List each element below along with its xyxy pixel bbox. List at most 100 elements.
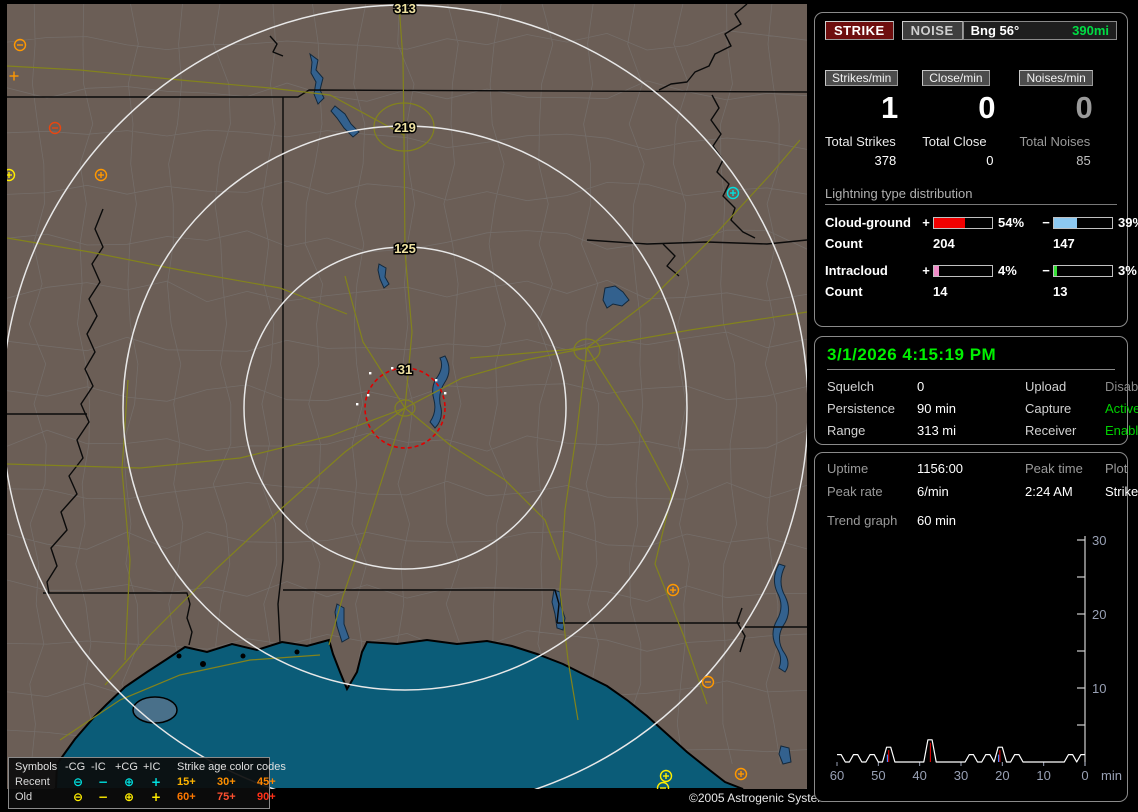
svg-text:20: 20 bbox=[995, 768, 1009, 783]
persistence-label: Persistence bbox=[827, 401, 895, 416]
svg-text:min: min bbox=[1101, 768, 1122, 783]
total-noises-value: 85 bbox=[1076, 153, 1091, 168]
squelch-value: 0 bbox=[917, 379, 925, 394]
map-svg: 313 219 125 31 bbox=[7, 4, 807, 789]
total-strikes-value: 378 bbox=[874, 153, 897, 168]
plus-sign: + bbox=[922, 215, 930, 230]
trend-graph: 10 20 30 60 50 40 30 20 10 0 min bbox=[830, 533, 1122, 783]
receiver-label: Receiver bbox=[1025, 423, 1077, 438]
map-legend: Symbols -CG -IC +CG +IC Strike age color code… bbox=[8, 757, 286, 809]
intracloud-label: Intracloud bbox=[825, 263, 888, 278]
legend-symbol-recent: ⊕ bbox=[123, 775, 135, 789]
close-per-min-value: 0 bbox=[978, 90, 996, 125]
minus-sign: − bbox=[1042, 263, 1050, 278]
bearing-readout: Bng 56° 390mi bbox=[962, 21, 1117, 40]
ic-count-label: Count bbox=[825, 284, 863, 299]
total-noises-label: Total Noises bbox=[1019, 134, 1091, 149]
legend-symbol-recent: + bbox=[150, 775, 162, 789]
receiver-state: Enabled bbox=[1105, 423, 1138, 438]
cg-count-label: Count bbox=[825, 236, 863, 251]
cg-minus-pct: 39% bbox=[1118, 215, 1138, 230]
svg-text:10: 10 bbox=[1036, 768, 1050, 783]
legend-row-name: Recent bbox=[15, 776, 50, 788]
legend-age-code: 75+ bbox=[217, 791, 236, 803]
persistence-value: 90 min bbox=[917, 401, 957, 416]
svg-text:0: 0 bbox=[1081, 768, 1088, 783]
close-counter: Close/min 0 Total Close 0 bbox=[922, 70, 1019, 168]
legend-col-header: -CG bbox=[65, 761, 86, 773]
svg-text:50: 50 bbox=[871, 768, 885, 783]
legend-symbols-title: Symbols bbox=[15, 761, 58, 773]
legend-col-header: +IC bbox=[143, 761, 161, 773]
legend-symbol-recent: ⊖ bbox=[72, 775, 84, 789]
peaktime-value: 2:24 AM bbox=[1025, 484, 1073, 499]
bearing-value: Bng 56° bbox=[970, 23, 1020, 38]
minus-sign: − bbox=[1042, 215, 1050, 230]
noises-per-min-chip[interactable]: Noises/min bbox=[1019, 70, 1093, 86]
map-canvas[interactable]: 313 219 125 31 bbox=[7, 4, 807, 789]
legend-age-code: 30+ bbox=[217, 776, 236, 788]
uptime-value: 1156:00 bbox=[917, 461, 964, 476]
trend-window-value: 60 min bbox=[917, 513, 957, 528]
legend-col-header: +CG bbox=[115, 761, 138, 773]
status-panel: 3/1/2026 4:15:19 PM Squelch 0 Upload Dis… bbox=[814, 336, 1138, 445]
cloud-ground-label: Cloud-ground bbox=[825, 215, 911, 230]
cg-minus-bar bbox=[1053, 216, 1113, 229]
strikes-counter: Strikes/min 1 Total Strikes 378 bbox=[825, 70, 922, 168]
svg-text:31: 31 bbox=[398, 362, 412, 377]
legend-symbol-old: ⊖ bbox=[72, 790, 84, 804]
legend-symbol-old: − bbox=[97, 790, 109, 804]
cg-minus-count: 147 bbox=[1053, 236, 1075, 251]
total-close-value: 0 bbox=[986, 153, 994, 168]
range-label: Range bbox=[827, 423, 866, 438]
strikes-per-min-chip[interactable]: Strikes/min bbox=[825, 70, 899, 86]
legend-age-code: 90+ bbox=[257, 791, 276, 803]
strike-mode-button[interactable]: STRIKE bbox=[825, 21, 894, 40]
upload-label: Upload bbox=[1025, 379, 1067, 394]
svg-text:30: 30 bbox=[954, 768, 968, 783]
legend-age-code: 60+ bbox=[177, 791, 196, 803]
cg-plus-count: 204 bbox=[933, 236, 955, 251]
counters-panel: STRIKE NOISE Bng 56° 390mi Strikes/min 1… bbox=[814, 12, 1138, 327]
svg-text:313: 313 bbox=[394, 4, 416, 16]
uptime-label: Uptime bbox=[827, 461, 869, 476]
total-close-label: Total Close bbox=[922, 134, 987, 149]
peakrate-value: 6/min bbox=[917, 484, 949, 499]
svg-text:30: 30 bbox=[1092, 533, 1106, 548]
noises-counter: Noises/min 0 Total Noises 85 bbox=[1019, 70, 1116, 168]
datetime: 3/1/2026 4:15:19 PM bbox=[827, 345, 1115, 370]
peaktime-label: Peak time bbox=[1025, 461, 1083, 476]
plot-mode-value: Strike bbox=[1105, 484, 1138, 499]
legend-symbol-recent: − bbox=[97, 775, 109, 789]
legend-row-name: Old bbox=[15, 791, 33, 803]
app-window: 313 219 125 31 Symbols -CG -IC +CG +IC Strike ag… bbox=[0, 0, 1138, 812]
cg-plus-bar bbox=[933, 216, 993, 229]
noises-per-min-value: 0 bbox=[1075, 90, 1093, 125]
peakrate-label: Peak rate bbox=[827, 484, 883, 499]
ic-minus-bar bbox=[1053, 264, 1113, 277]
trend-graph-label: Trend graph bbox=[827, 513, 898, 528]
close-per-min-chip[interactable]: Close/min bbox=[922, 70, 990, 86]
noise-mode-button[interactable]: NOISE bbox=[901, 21, 963, 40]
distribution-title: Lightning type distribution bbox=[825, 186, 1117, 205]
svg-text:60: 60 bbox=[830, 768, 844, 783]
svg-text:10: 10 bbox=[1092, 681, 1106, 696]
legend-age-code: 15+ bbox=[177, 776, 196, 788]
legend-symbol-old: ⊕ bbox=[123, 790, 135, 804]
range-value: 313 mi bbox=[917, 423, 957, 438]
ic-plus-count: 14 bbox=[933, 284, 948, 299]
svg-text:20: 20 bbox=[1092, 607, 1106, 622]
svg-text:40: 40 bbox=[912, 768, 926, 783]
ic-minus-pct: 3% bbox=[1118, 263, 1137, 278]
legend-col-header: -IC bbox=[91, 761, 106, 773]
ic-minus-count: 13 bbox=[1053, 284, 1068, 299]
capture-state: Active bbox=[1105, 401, 1138, 416]
ic-plus-bar bbox=[933, 264, 993, 277]
upload-state: Disabled bbox=[1105, 379, 1138, 394]
plus-sign: + bbox=[922, 263, 930, 278]
lightning-distribution: Lightning type distribution Cloud-ground… bbox=[825, 186, 1138, 299]
ic-plus-pct: 4% bbox=[998, 263, 1017, 278]
capture-label: Capture bbox=[1025, 401, 1072, 416]
svg-text:219: 219 bbox=[394, 120, 416, 135]
legend-age-code: 45+ bbox=[257, 776, 276, 788]
